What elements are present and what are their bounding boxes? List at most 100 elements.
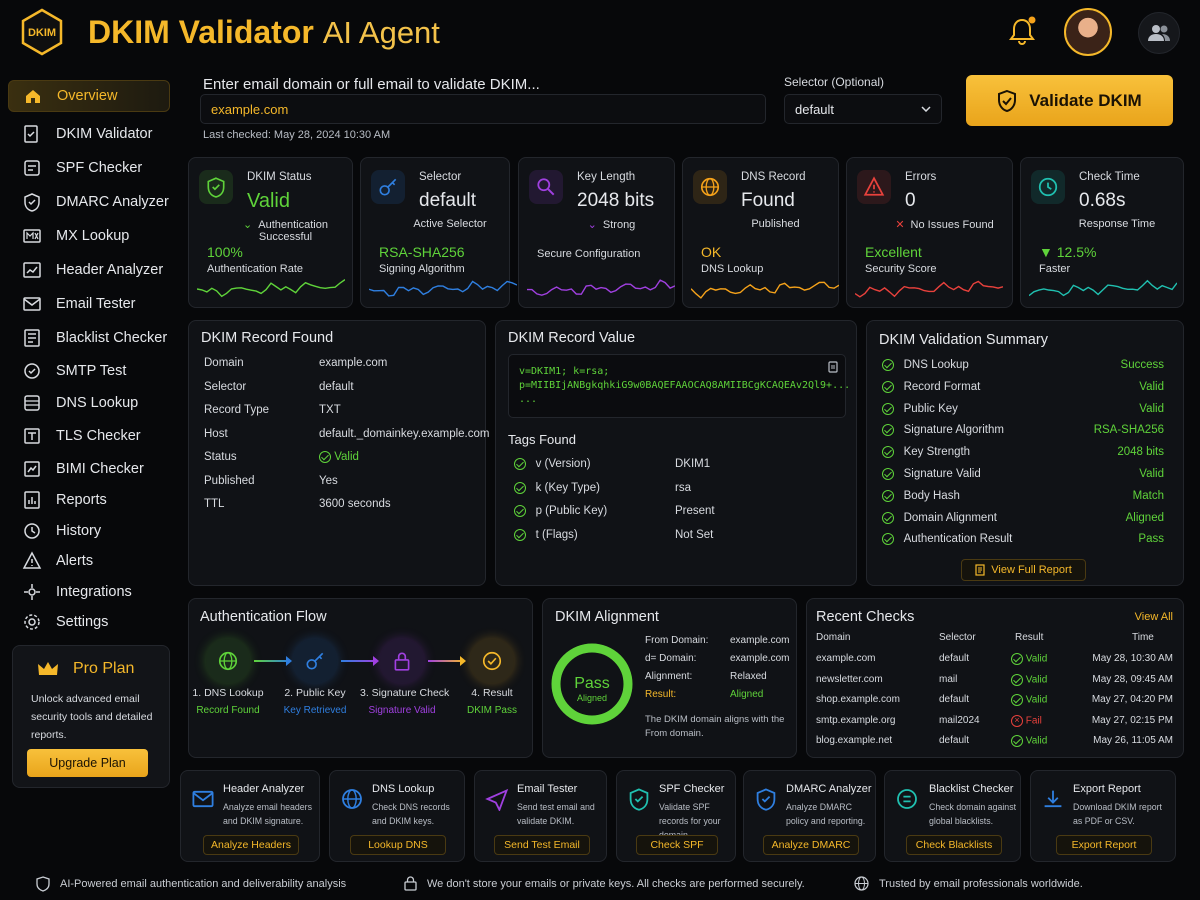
sidebar-item-dkim-validator[interactable]: DKIM Validator — [8, 118, 170, 150]
record-line-3: ... — [519, 394, 538, 405]
check-circle-icon — [482, 651, 502, 671]
tool-button[interactable]: Lookup DNS — [350, 835, 446, 855]
stat-card-metric-label: Security Score — [865, 263, 937, 275]
sparkline-line — [691, 281, 839, 299]
alignment-value: Aligned — [730, 689, 764, 700]
stat-card-sub-text: Published — [751, 218, 800, 230]
stat-card-label: Selector — [419, 171, 462, 183]
sidebar-item-reports[interactable]: Reports — [8, 484, 170, 516]
footer-left-text: AI-Powered email authentication and deli… — [60, 878, 347, 890]
alignment-ring: Pass Aligned — [551, 643, 633, 725]
tool-button[interactable]: Analyze DMARC — [763, 835, 859, 855]
stat-card-icon — [693, 170, 727, 204]
flow-step-label: 1. DNS Lookup — [192, 687, 264, 699]
alignment-key: Result: — [645, 689, 677, 700]
recent-time: May 28, 10:30 AM — [1092, 653, 1173, 664]
sidebar-item-mx-lookup[interactable]: MX Lookup — [8, 220, 170, 252]
summary-value: 2048 bits — [1117, 446, 1164, 459]
sidebar-item-label: DMARC Analyzer — [56, 194, 169, 210]
recent-result-text: Fail — [1025, 715, 1042, 727]
stat-card-metric: Excellent — [865, 244, 922, 260]
validate-dkim-button[interactable]: Validate DKIM — [966, 75, 1173, 126]
stat-card-sub-text: Strong — [602, 219, 636, 231]
sidebar-item-header-analyzer[interactable]: Header Analyzer — [8, 254, 170, 286]
tool-button[interactable]: Check Blacklists — [906, 835, 1002, 855]
sparkline — [691, 281, 839, 299]
integrations-icon — [24, 584, 40, 600]
home-icon — [26, 90, 40, 103]
tool-button[interactable]: Send Test Email — [494, 835, 590, 855]
table-row[interactable]: smtp.example.org mail2024 × Fail May 27, 02… — [807, 714, 1183, 733]
record-value-box[interactable]: v=DKIM1; k=rsa; p=MIIBIjANBgkqhkiG9w0BAQ… — [508, 354, 850, 418]
mx-icon — [23, 229, 41, 243]
tool-title: DNS Lookup — [372, 783, 435, 795]
record-key: Domain — [204, 357, 244, 369]
table-row[interactable]: example.com default Valid May 28, 10:30 AM — [807, 653, 1183, 671]
sidebar-item-settings[interactable]: Settings — [8, 606, 170, 638]
alignment-value: example.com — [730, 635, 790, 646]
check-icon — [882, 446, 894, 459]
alignment-key: Alignment: — [645, 671, 693, 682]
sidebar-item-spf-checker[interactable]: SPF Checker — [8, 152, 170, 184]
record-value: example.com — [319, 357, 387, 369]
tool-button[interactable]: Export Report — [1056, 835, 1152, 855]
summary-key: DNS Lookup — [903, 359, 969, 372]
ring-main-text: Pass — [574, 675, 610, 692]
sidebar-item-smtp-test[interactable]: SMTP Test — [8, 355, 170, 387]
table-row[interactable]: newsletter.com mail Valid May 28, 09:45 AM — [807, 673, 1183, 692]
view-full-report-button[interactable]: View Full Report — [961, 559, 1086, 581]
tag-row: t (Flags) — [514, 528, 578, 541]
stat-card-value: 0 — [905, 190, 916, 211]
table-row[interactable]: shop.example.com default Valid May 27, 04:… — [807, 694, 1183, 712]
domain-input[interactable] — [200, 94, 766, 124]
summary-row: DNS Lookup — [882, 359, 969, 371]
alignment-key: From Domain: — [645, 635, 709, 646]
sidebar-item-label: Reports — [56, 492, 107, 508]
tool-button[interactable]: Check SPF — [636, 835, 718, 855]
sidebar-item-integrations[interactable]: Integrations — [8, 576, 170, 608]
sidebar-item-history[interactable]: History — [8, 515, 170, 547]
copy-icon[interactable] — [828, 361, 839, 374]
chevron-down-icon: ⌄ — [587, 219, 597, 231]
sidebar-item-overview[interactable]: Overview — [8, 80, 170, 112]
team-button[interactable] — [1138, 12, 1180, 54]
summary-row: Signature Valid — [882, 468, 981, 480]
stat-card-sub: Published — [683, 218, 838, 230]
stat-card-label: DKIM Status — [247, 171, 312, 183]
sidebar-item-dns-lookup[interactable]: DNS Lookup — [8, 387, 170, 419]
check-icon — [1011, 653, 1023, 665]
sidebar-item-tls-checker[interactable]: TLS Checker — [8, 420, 170, 452]
record-value-text: 3600 seconds — [319, 498, 391, 510]
user-avatar[interactable] — [1064, 8, 1112, 56]
table-row[interactable]: blog.example.net default Valid May 26, 11:… — [807, 735, 1183, 753]
tool-card-dmarc-analyzer: DMARC Analyzer Analyze DMARC policy and r… — [743, 770, 876, 862]
footer-center-text: We don't store your emails or private ke… — [427, 877, 805, 890]
bell-icon[interactable] — [1008, 16, 1036, 46]
stat-card-dkim-status: DKIM Status Valid ⌄ Authentication Successf… — [188, 157, 353, 308]
flow-step-node — [293, 639, 337, 683]
selector-select[interactable]: default — [784, 94, 942, 124]
alignment-value: example.com — [730, 653, 790, 664]
selector-label: Selector (Optional) — [784, 75, 885, 89]
stat-card-metric-label: Faster — [1039, 263, 1071, 275]
sidebar-item-dmarc-analyzer[interactable]: DMARC Analyzer — [8, 186, 170, 218]
tool-button[interactable]: Analyze Headers — [203, 835, 299, 855]
upgrade-plan-button[interactable]: Upgrade Plan — [27, 749, 148, 777]
check-icon — [882, 468, 894, 480]
footer-right-text: Trusted by email professionals worldwide… — [879, 877, 1083, 890]
check-icon — [882, 511, 894, 524]
view-all-link[interactable]: View All — [1135, 611, 1173, 623]
summary-row: Record Format — [882, 380, 980, 393]
stat-card-sub: Response Time — [1021, 218, 1183, 230]
sidebar-item-blacklist-checker[interactable]: Blacklist Checker — [8, 322, 170, 354]
summary-value: Success — [1120, 359, 1164, 371]
sidebar-item-bimi-checker[interactable]: BIMI Checker — [8, 453, 170, 485]
flow-step-status: Record Found — [196, 705, 260, 716]
sidebar-item-email-tester[interactable]: Email Tester — [8, 288, 170, 320]
sparkline — [855, 280, 1003, 298]
recent-result: Valid — [1011, 653, 1047, 665]
sidebar-item-alerts[interactable]: Alerts — [8, 545, 170, 577]
check-icon — [882, 489, 894, 502]
selector-value: default — [795, 101, 835, 117]
check-icon — [1011, 673, 1023, 686]
